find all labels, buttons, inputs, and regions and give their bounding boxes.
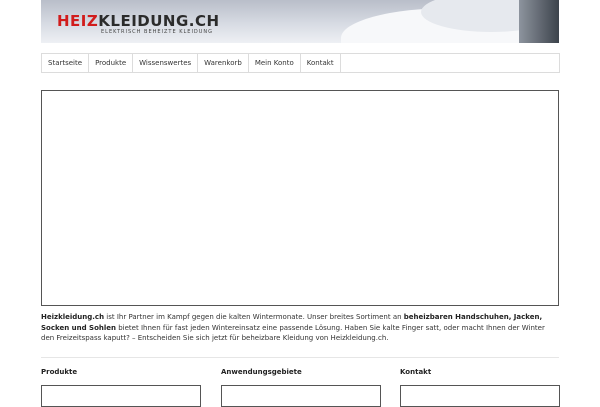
section-divider [41, 357, 559, 358]
nav-kontakt[interactable]: Kontakt [301, 54, 341, 72]
header-banner[interactable]: HEIZKLEIDUNG.CH ELEKTRISCH BEHEIZTE KLEI… [41, 0, 559, 43]
page: HEIZKLEIDUNG.CH ELEKTRISCH BEHEIZTE KLEI… [0, 0, 600, 407]
logo-tagline: ELEKTRISCH BEHEIZTE KLEIDUNG [101, 29, 214, 35]
nav-wissenswertes[interactable]: Wissenswertes [133, 54, 199, 72]
trees-image [519, 0, 559, 43]
intro-paragraph: Heizkleidung.ch ist Ihr Partner im Kampf… [41, 312, 559, 344]
footer-box-anwendungsgebiete [221, 385, 381, 407]
site-logo[interactable]: HEIZKLEIDUNG.CH ELEKTRISCH BEHEIZTE KLEI… [57, 14, 220, 35]
nav-warenkorb[interactable]: Warenkorb [198, 54, 249, 72]
main-nav: Startseite Produkte Wissenswertes Warenk… [41, 53, 560, 73]
main-content-frame [41, 90, 559, 306]
nav-startseite[interactable]: Startseite [42, 54, 90, 72]
nav-produkte[interactable]: Produkte [89, 54, 134, 72]
footer-box-produkte [41, 385, 201, 407]
logo-red-text: HEIZ [57, 12, 99, 30]
footer-title-anwendungsgebiete: Anwendungsgebiete [221, 368, 302, 376]
intro-brand: Heizkleidung.ch [41, 313, 105, 321]
footer-title-produkte: Produkte [41, 368, 78, 376]
logo-dark-text: KLEIDUNG.CH [98, 12, 220, 30]
intro-text-2: bietet Ihnen für fast jeden Wintereinsat… [41, 323, 545, 343]
intro-text-1: ist Ihr Partner im Kampf gegen die kalte… [104, 313, 404, 321]
footer-title-kontakt: Kontakt [400, 368, 432, 376]
nav-mein-konto[interactable]: Mein Konto [249, 54, 301, 72]
footer-box-kontakt [400, 385, 560, 407]
